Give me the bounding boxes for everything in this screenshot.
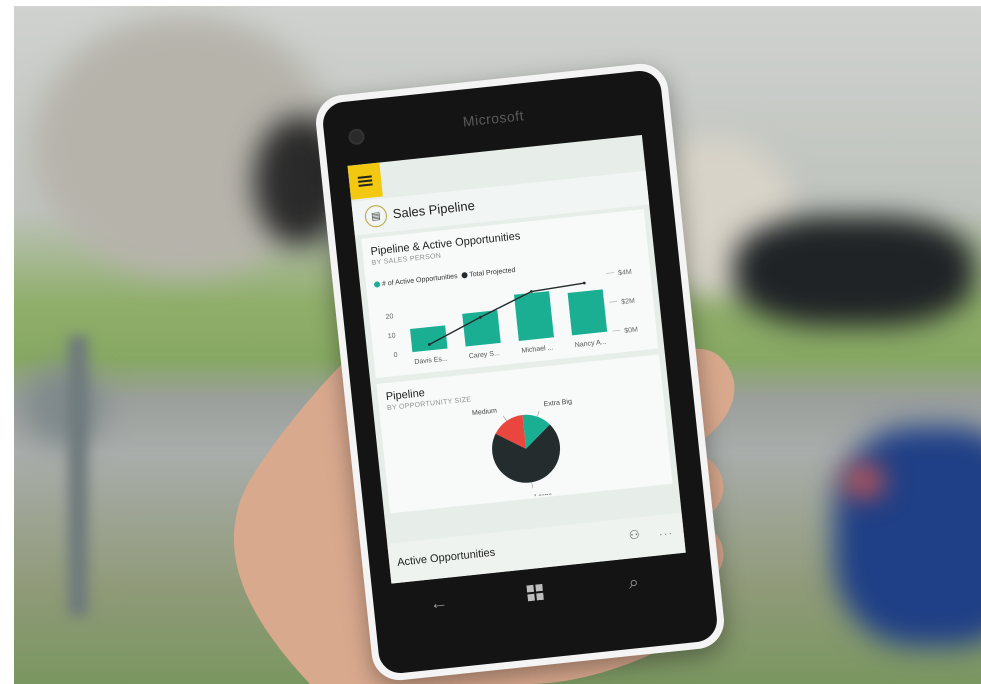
phone-brand: Microsoft (462, 107, 525, 130)
right-tick-label: $2M (621, 298, 635, 306)
right-tick-mark (606, 272, 615, 274)
active-opportunities-title: Active Opportunities (396, 546, 496, 569)
back-arrow-icon[interactable]: ← (429, 592, 449, 615)
tail-light-blob (844, 466, 884, 496)
slice-label: Extra Big (543, 398, 572, 408)
legend-swatch (373, 281, 381, 288)
left-tick-label: 0 (393, 352, 398, 359)
line-point (582, 281, 586, 285)
post-blob (68, 336, 88, 616)
legend-swatch (461, 272, 468, 279)
person-add-icon[interactable]: ⚇ (628, 527, 640, 542)
bar[interactable] (462, 310, 501, 347)
phone: Microsoft ▤ Sales Pipeline Pipeline & Ac… (313, 61, 727, 683)
slice-leader (536, 410, 540, 417)
slice-label: Medium (472, 408, 498, 418)
right-tick-mark (612, 330, 621, 332)
slice-leader (502, 415, 507, 422)
slice-label: Large (534, 492, 553, 501)
blue-car-blob (834, 426, 981, 646)
card-title: Pipeline & Active Opportunities (370, 230, 521, 258)
right-tick-mark (609, 301, 618, 303)
search-icon[interactable]: ⌕ (628, 572, 640, 594)
category-label: Davis Es... (414, 355, 448, 365)
photo-scene: Microsoft ▤ Sales Pipeline Pipeline & Ac… (0, 0, 981, 684)
bar[interactable] (567, 289, 608, 336)
bar[interactable] (513, 291, 554, 341)
pipeline-size-card[interactable]: Pipeline BY OPPORTUNITY SIZE Extra Big La… (376, 354, 673, 514)
phone-screen: ▤ Sales Pipeline Pipeline & Active Oppor… (347, 134, 686, 584)
right-tick-label: $0M (624, 326, 638, 334)
category-label: Nancy A... (574, 339, 607, 349)
left-tick-label: 20 (385, 313, 394, 321)
suv-blob (734, 216, 974, 326)
phone-bezel: Microsoft ▤ Sales Pipeline Pipeline & Ac… (320, 68, 720, 676)
windows-logo-icon[interactable] (526, 583, 544, 607)
hamburger-icon[interactable] (347, 162, 383, 200)
pipeline-opportunities-card[interactable]: Pipeline & Active Opportunities BY SALES… (361, 209, 659, 379)
category-label: Michael ... (521, 344, 554, 354)
clipboard-icon: ▤ (363, 204, 389, 229)
more-icon[interactable]: ... (659, 526, 674, 538)
total-projected-line (429, 282, 585, 346)
bar[interactable] (410, 325, 448, 353)
slice-leader (531, 482, 534, 489)
category-label: Carey S... (468, 350, 500, 360)
mailbox-blob (24, 366, 104, 446)
right-tick-label: $4M (618, 269, 632, 277)
left-tick-label: 10 (387, 332, 396, 340)
report-title: Sales Pipeline (391, 197, 476, 222)
